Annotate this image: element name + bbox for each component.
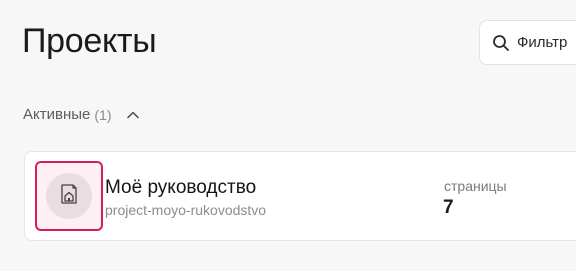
- section-count: (1): [94, 106, 112, 123]
- filter-field[interactable]: [479, 20, 576, 65]
- page-title: Проекты: [22, 22, 157, 60]
- active-section-toggle[interactable]: Активные (1): [23, 106, 140, 123]
- project-avatar: [46, 173, 92, 219]
- filter-input[interactable]: [517, 34, 576, 51]
- pages-label: страницы: [444, 178, 507, 194]
- projects-page: Проекты Активные (1): [0, 0, 576, 271]
- pages-count: 7: [443, 197, 454, 218]
- search-icon: [492, 34, 510, 52]
- project-slug: project-moyo-rukovodstvo: [105, 202, 267, 218]
- project-name[interactable]: Моё руководство: [105, 177, 256, 199]
- project-card[interactable]: Моё руководство project-moyo-rukovodstvo…: [24, 151, 576, 241]
- chevron-up-icon[interactable]: [126, 108, 140, 122]
- project-thumbnail[interactable]: [35, 161, 103, 231]
- docs-house-icon: [57, 182, 81, 211]
- section-label: Активные: [23, 106, 91, 123]
